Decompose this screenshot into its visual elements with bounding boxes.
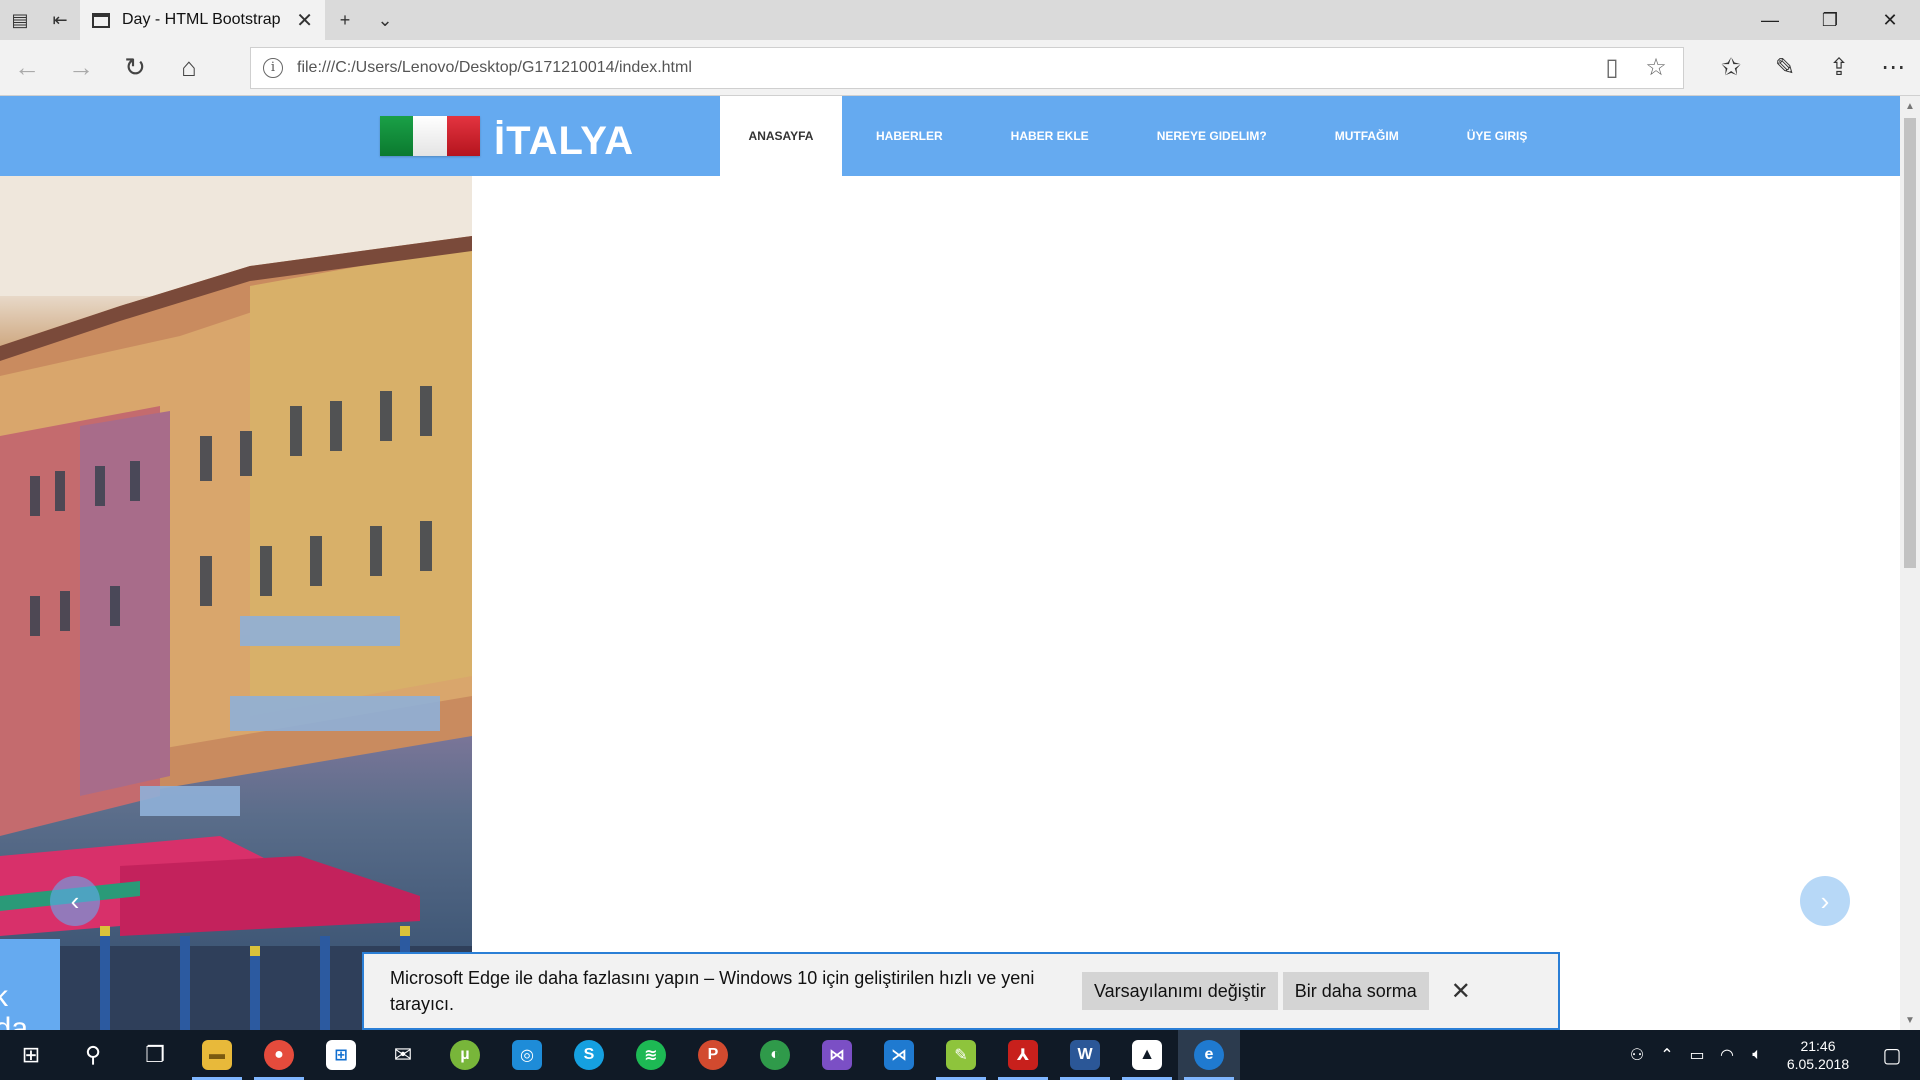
site-header: İTALYA ANASAYFA HABERLER HABER EKLE NERE… <box>0 96 1900 176</box>
chevron-down-icon[interactable]: ⌄ <box>365 0 405 40</box>
url-text[interactable]: file:///C:/Users/Lenovo/Desktop/G1712100… <box>297 59 1583 77</box>
minimize-icon[interactable]: — <box>1740 0 1800 40</box>
chevron-up-icon[interactable]: ⌃ <box>1652 1045 1682 1065</box>
refresh-icon[interactable]: ↻ <box>108 40 162 96</box>
tab-bar: ▤ ⇤ Day - HTML Bootstrap 1 ✕ + ⌄ — ❐ ✕ <box>0 0 1920 40</box>
close-window-icon[interactable]: ✕ <box>1860 0 1920 40</box>
close-icon[interactable]: ✕ <box>1451 977 1471 1006</box>
scroll-up-icon[interactable]: ▲ <box>1900 96 1920 116</box>
home-icon[interactable]: ⌂ <box>162 40 216 96</box>
wifi-icon[interactable]: ◠ <box>1712 1045 1742 1065</box>
start-icon[interactable]: ⊞ <box>0 1030 62 1080</box>
scroll-thumb[interactable] <box>1904 118 1916 568</box>
brand-title: İTALYA <box>494 118 635 163</box>
tab-active[interactable]: Day - HTML Bootstrap 1 ✕ <box>80 0 325 40</box>
caption-line: tik <box>0 980 8 1013</box>
page-icon <box>92 12 110 28</box>
word-icon[interactable]: W <box>1054 1030 1116 1080</box>
favorite-star-icon[interactable]: ☆ <box>1641 53 1671 82</box>
chrome-icon[interactable]: ● <box>248 1030 310 1080</box>
change-default-button[interactable]: Varsayılanımı değiştir <box>1082 972 1278 1010</box>
reading-view-icon[interactable]: ▯ <box>1597 53 1627 82</box>
spotify-icon[interactable]: ≋ <box>620 1030 682 1080</box>
vscode-icon[interactable]: ⋊ <box>868 1030 930 1080</box>
action-center-icon[interactable]: ▢ <box>1864 1043 1920 1068</box>
skype-icon[interactable]: S <box>558 1030 620 1080</box>
favorites-hub-icon[interactable]: ✩ <box>1704 40 1758 96</box>
system-tray: ⚇ ⌃ ▭ ◠ 🔈︎ 21:46 6.05.2018 ▢ <box>1622 1030 1920 1080</box>
menu-item-haberler[interactable]: HABERLER <box>842 96 977 176</box>
restore-icon[interactable]: ❐ <box>1800 0 1860 40</box>
page-viewport: İTALYA ANASAYFA HABERLER HABER EKLE NERE… <box>0 96 1900 1030</box>
volume-icon[interactable]: 🔈︎ <box>1742 1046 1772 1064</box>
image-carousel: e tik nda ve e ‹ › <box>0 176 1900 1030</box>
brand[interactable]: İTALYA <box>380 96 634 176</box>
default-browser-notification: Microsoft Edge ile daha fazlasını yapın … <box>362 952 1560 1030</box>
page-scrollbar[interactable]: ▲ ▼ <box>1900 96 1920 1030</box>
new-tab-icon[interactable]: + <box>325 0 365 40</box>
people-icon[interactable]: ⚇ <box>1622 1045 1652 1065</box>
visual-studio-icon[interactable]: ⋈ <box>806 1030 868 1080</box>
tab-manager-icon[interactable]: ▤ <box>0 0 40 40</box>
caption-line: e <box>0 949 60 981</box>
main-menu: ANASAYFA HABERLER HABER EKLE NEREYE GIDE… <box>720 96 1561 176</box>
window-controls: — ❐ ✕ <box>1740 0 1920 40</box>
browser-window: ▤ ⇤ Day - HTML Bootstrap 1 ✕ + ⌄ — ❐ ✕ ←… <box>0 0 1920 1080</box>
instagram-icon[interactable]: ◎ <box>496 1030 558 1080</box>
acrobat-icon[interactable]: ⅄ <box>992 1030 1054 1080</box>
info-icon[interactable]: i <box>263 57 283 78</box>
slide-caption: e tik nda ve e <box>0 939 60 1030</box>
close-icon[interactable]: ✕ <box>296 8 313 33</box>
forward-arrow-icon[interactable]: → <box>54 40 108 96</box>
task-view-icon[interactable]: ❐ <box>124 1030 186 1080</box>
utorrent-icon[interactable]: µ <box>434 1030 496 1080</box>
tab-title: Day - HTML Bootstrap 1 <box>122 11 285 28</box>
clock-date: 6.05.2018 <box>1786 1056 1850 1072</box>
edge-icon[interactable]: e <box>1178 1030 1240 1080</box>
menu-item-anasayfa[interactable]: ANASAYFA <box>720 96 842 176</box>
photos-icon[interactable]: ▲ <box>1116 1030 1178 1080</box>
menu-item-nereye-gidelim[interactable]: NEREYE GIDELIM? <box>1123 96 1301 176</box>
scroll-down-icon[interactable]: ▼ <box>1900 1010 1920 1030</box>
address-bar[interactable]: i file:///C:/Users/Lenovo/Desktop/G17121… <box>250 46 1684 89</box>
share-icon[interactable]: ⇪ <box>1812 40 1866 96</box>
dont-ask-again-button[interactable]: Bir daha sorma <box>1282 972 1429 1010</box>
windows-taskbar: ⊞ ⚲ ❐ ▬ ● ⊞ ✉ µ ◎ S ≋ P ◐ ⋈ ⋊ ✎ ⅄ W ▲ e … <box>0 1030 1920 1080</box>
clock[interactable]: 21:46 6.05.2018 <box>1772 1037 1864 1073</box>
toolbar-right: ✩ ✎ ⇪ ⋯ <box>1704 40 1920 96</box>
clock-time: 21:46 <box>1800 1038 1836 1054</box>
pen-icon[interactable]: ✎ <box>1758 40 1812 96</box>
menu-item-uye-giris[interactable]: ÜYE GIRIŞ <box>1433 96 1562 176</box>
menu-item-haber-ekle[interactable]: HABER EKLE <box>977 96 1123 176</box>
mail-icon[interactable]: ✉ <box>372 1030 434 1080</box>
set-aside-tabs-icon[interactable]: ⇤ <box>40 0 80 40</box>
search-icon[interactable]: ⚲ <box>62 1030 124 1080</box>
caption-line: nda <box>0 1012 29 1031</box>
notification-message: Microsoft Edge ile daha fazlasını yapın … <box>390 968 1035 1014</box>
globe-app-icon[interactable]: ◐ <box>744 1030 806 1080</box>
italy-flag-icon <box>380 116 480 156</box>
notepadpp-icon[interactable]: ✎ <box>930 1030 992 1080</box>
back-arrow-icon[interactable]: ← <box>0 40 54 96</box>
battery-icon[interactable]: ▭ <box>1682 1045 1712 1065</box>
carousel-next-button[interactable]: › <box>1800 876 1850 926</box>
more-icon[interactable]: ⋯ <box>1866 40 1920 96</box>
picsart-icon[interactable]: P <box>682 1030 744 1080</box>
menu-item-mutfagim[interactable]: MUTFAĞIM <box>1301 96 1433 176</box>
store-icon[interactable]: ⊞ <box>310 1030 372 1080</box>
carousel-prev-button[interactable]: ‹ <box>50 876 100 926</box>
navigation-bar: ← → ↻ ⌂ i file:///C:/Users/Lenovo/Deskto… <box>0 40 1920 96</box>
file-explorer-icon[interactable]: ▬ <box>186 1030 248 1080</box>
